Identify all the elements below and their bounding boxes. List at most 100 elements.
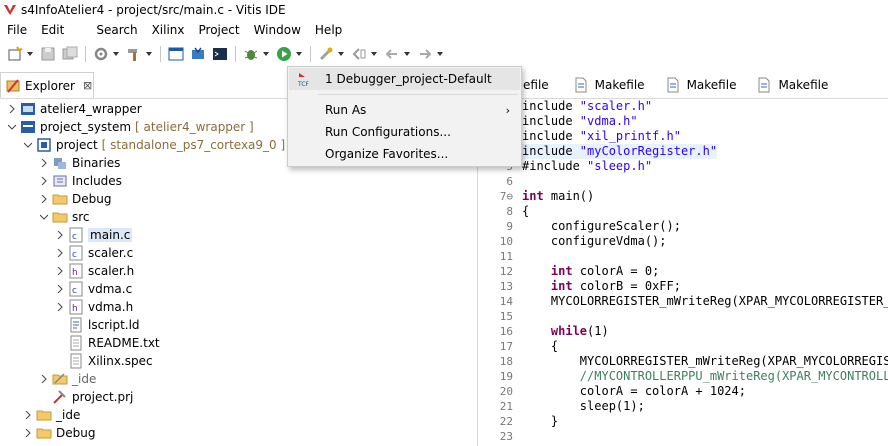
menu-xilinx[interactable]: Xilinx — [145, 20, 192, 40]
line-number: 17 — [499, 340, 513, 353]
chevron-down-icon[interactable] — [22, 139, 34, 151]
line-number: 12 — [499, 265, 513, 278]
external-tools-dropdown-arrow[interactable] — [337, 45, 345, 63]
chevron-right-icon[interactable] — [38, 193, 50, 205]
last-edit-dropdown-arrow[interactable] — [370, 45, 378, 63]
debug-bug-icon[interactable] — [242, 45, 260, 63]
tree-item[interactable]: project_system [ atelier4_wrapper ] — [6, 118, 254, 136]
tree-item-label: Debug — [56, 426, 96, 440]
tree-item[interactable]: Binaries — [38, 154, 120, 172]
console-icon[interactable] — [211, 45, 229, 63]
back-arrow-icon[interactable] — [383, 45, 401, 63]
new-icon[interactable] — [6, 45, 24, 63]
chevron-right-icon[interactable] — [54, 229, 66, 241]
menu-edit[interactable]: Edit — [34, 20, 71, 40]
chevron-right-icon[interactable] — [22, 409, 34, 421]
tree-item-label: atelier4_wrapper — [40, 102, 142, 116]
chevron-right-icon[interactable] — [6, 103, 18, 115]
makefile-icon — [665, 77, 681, 93]
menu-item-debugger-project-default[interactable]: TCF 1 Debugger_project-Default — [289, 68, 520, 90]
code-line: include "scaler.h" — [522, 99, 653, 113]
tree-item[interactable]: _ide — [38, 370, 96, 388]
settings-gear-icon[interactable] — [92, 45, 110, 63]
build-dropdown-arrow[interactable] — [145, 45, 153, 63]
tree-item[interactable]: h vdma.h — [54, 298, 133, 316]
line-number: 8 — [506, 205, 513, 218]
chevron-down-icon[interactable] — [38, 211, 50, 223]
chevron-right-icon[interactable] — [54, 265, 66, 277]
run-dropdown-arrow[interactable] — [295, 45, 303, 63]
tree-item[interactable]: c vdma.c — [54, 280, 132, 298]
tree-item-selected[interactable]: c main.c — [54, 226, 133, 244]
run-play-icon[interactable] — [275, 45, 293, 63]
new-dropdown-arrow[interactable] — [26, 45, 34, 63]
editor-tab-bar: efile Makefile Makefile Makefile — [479, 72, 888, 98]
editor-tab[interactable]: Makefile — [655, 72, 747, 98]
last-edit-location-icon[interactable] — [350, 45, 368, 63]
editor-tab[interactable]: Makefile — [563, 72, 655, 98]
line-number: 23 — [499, 430, 513, 443]
tree-item[interactable]: Debug — [22, 424, 95, 442]
menu-project[interactable]: Project — [192, 20, 247, 40]
chevron-right-icon[interactable] — [38, 373, 50, 385]
chevron-right-icon[interactable] — [54, 247, 66, 259]
chevron-right-icon[interactable] — [22, 427, 34, 439]
explorer-tab[interactable]: Explorer ⊠ — [0, 72, 94, 98]
toolbar-separator — [235, 46, 236, 62]
main-toolbar — [0, 40, 888, 68]
debug-dropdown-arrow[interactable] — [262, 45, 270, 63]
settings-dropdown-arrow[interactable] — [112, 45, 120, 63]
menu-item-run-configurations[interactable]: Run Configurations... — [289, 121, 520, 143]
tree-item[interactable]: _ide — [22, 406, 80, 424]
tree-item[interactable]: Xilinx.spec — [68, 352, 153, 370]
menu-item-organize-favorites[interactable]: Organize Favorites... — [289, 143, 520, 165]
chevron-down-icon[interactable] — [6, 121, 18, 133]
save-all-icon[interactable] — [61, 45, 79, 63]
tree-item[interactable]: src — [38, 208, 90, 226]
tree-item[interactable]: atelier4_wrapper — [6, 100, 142, 118]
menu-search[interactable]: Search — [89, 20, 144, 40]
editor-tab[interactable]: Makefile — [746, 72, 838, 98]
explorer-view-icon — [6, 78, 20, 93]
tree-item[interactable]: project [ standalone_ps7_cortexa9_0 ] — [22, 136, 285, 154]
chevron-right-icon[interactable] — [54, 283, 66, 295]
code-line: sleep(1); — [522, 399, 645, 413]
code-area[interactable]: include "scaler.h" include "vdma.h" includ… — [519, 99, 888, 446]
build-hammer-icon[interactable] — [125, 45, 143, 63]
application-project-icon — [36, 137, 52, 153]
tree-item[interactable]: c scaler.c — [54, 244, 133, 262]
linker-script-icon — [68, 317, 84, 333]
project-file-icon — [52, 389, 68, 405]
folder-icon — [36, 425, 52, 441]
external-tools-icon[interactable] — [317, 45, 335, 63]
program-device-icon[interactable] — [189, 45, 207, 63]
close-icon[interactable]: ⊠ — [83, 79, 92, 92]
forward-dropdown-arrow[interactable] — [436, 45, 444, 63]
makefile-icon — [573, 77, 589, 93]
tree-item[interactable]: Debug — [38, 190, 111, 208]
tree-item[interactable]: README.txt — [68, 334, 160, 352]
save-icon[interactable] — [39, 45, 57, 63]
run-dropdown-menu: TCF 1 Debugger_project-Default Run As › … — [287, 66, 522, 167]
tree-item-label: Binaries — [72, 156, 121, 170]
menu-file[interactable]: File — [0, 20, 34, 40]
menu-window[interactable]: Window — [247, 20, 308, 40]
chevron-right-icon[interactable] — [54, 301, 66, 313]
chevron-right-icon[interactable] — [38, 175, 50, 187]
tree-item[interactable]: h scaler.h — [54, 262, 134, 280]
toolbar-separator — [160, 46, 161, 62]
line-number: 6 — [506, 175, 513, 188]
menu-item-label: Run As — [325, 103, 367, 117]
toolbar-separator — [310, 46, 311, 62]
menu-item-run-as[interactable]: Run As › — [289, 99, 520, 121]
chevron-right-icon[interactable] — [38, 157, 50, 169]
forward-arrow-icon[interactable] — [416, 45, 434, 63]
tree-item[interactable]: Includes — [38, 172, 122, 190]
terminal-window-icon[interactable] — [167, 45, 185, 63]
tree-item-label: scaler.c — [88, 246, 134, 260]
code-line: colorA = colorA + 1024; — [522, 384, 746, 398]
menu-help[interactable]: Help — [308, 20, 349, 40]
tree-item[interactable]: project.prj — [52, 388, 133, 406]
tree-item[interactable]: lscript.ld — [68, 316, 140, 334]
back-dropdown-arrow[interactable] — [403, 45, 411, 63]
